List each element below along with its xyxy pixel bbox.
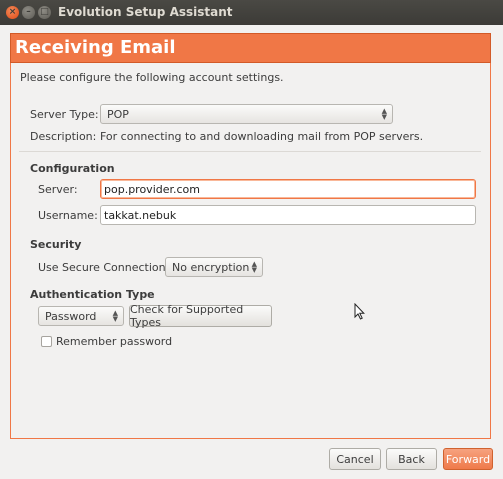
secure-connection-label: Use Secure Connection: bbox=[38, 261, 170, 274]
forward-button[interactable]: Forward bbox=[443, 448, 493, 470]
window-title: Evolution Setup Assistant bbox=[58, 5, 233, 19]
secure-connection-value: No encryption bbox=[172, 260, 250, 274]
server-type-label: Server Type: bbox=[30, 108, 99, 121]
username-input-value: takkat.nebuk bbox=[104, 208, 177, 222]
description-text: For connecting to and downloading mail f… bbox=[100, 130, 424, 143]
configuration-heading: Configuration bbox=[30, 162, 115, 175]
check-supported-types-button[interactable]: Check for Supported Types bbox=[129, 303, 272, 329]
description-label: Description: bbox=[30, 130, 97, 143]
title-bar: × – □ Evolution Setup Assistant bbox=[0, 0, 503, 25]
separator bbox=[19, 151, 481, 152]
mouse-pointer-icon bbox=[354, 303, 365, 320]
auth-type-select[interactable]: Password ▲ ▼ bbox=[38, 306, 124, 326]
maximize-icon[interactable]: □ bbox=[38, 6, 51, 19]
page-title: Receiving Email bbox=[15, 37, 176, 58]
combo-arrows-icon: ▲ ▼ bbox=[251, 260, 257, 274]
server-type-select[interactable]: POP ▲ ▼ bbox=[100, 104, 393, 124]
server-label: Server: bbox=[38, 183, 78, 196]
auth-type-value: Password bbox=[45, 309, 97, 323]
remember-password-checkbox[interactable] bbox=[41, 336, 52, 347]
back-button[interactable]: Back bbox=[386, 448, 437, 470]
remember-password-label: Remember password bbox=[56, 335, 173, 348]
intro-text: Please configure the following account s… bbox=[20, 71, 284, 84]
page-header: Receiving Email bbox=[10, 33, 491, 63]
authentication-heading: Authentication Type bbox=[30, 288, 155, 301]
server-type-value: POP bbox=[107, 107, 129, 121]
server-input[interactable]: pop.provider.com bbox=[100, 179, 476, 199]
username-input[interactable]: takkat.nebuk bbox=[100, 205, 476, 225]
close-icon[interactable]: × bbox=[6, 6, 19, 19]
cancel-button[interactable]: Cancel bbox=[329, 448, 381, 470]
security-heading: Security bbox=[30, 238, 82, 251]
combo-arrows-icon: ▲ ▼ bbox=[381, 107, 387, 121]
server-input-value: pop.provider.com bbox=[104, 182, 201, 196]
settings-panel: Please configure the following account s… bbox=[10, 63, 491, 439]
minimize-icon[interactable]: – bbox=[22, 6, 35, 19]
username-label: Username: bbox=[38, 209, 98, 222]
combo-arrows-icon: ▲ ▼ bbox=[112, 309, 118, 323]
secure-connection-select[interactable]: No encryption ▲ ▼ bbox=[165, 257, 263, 277]
